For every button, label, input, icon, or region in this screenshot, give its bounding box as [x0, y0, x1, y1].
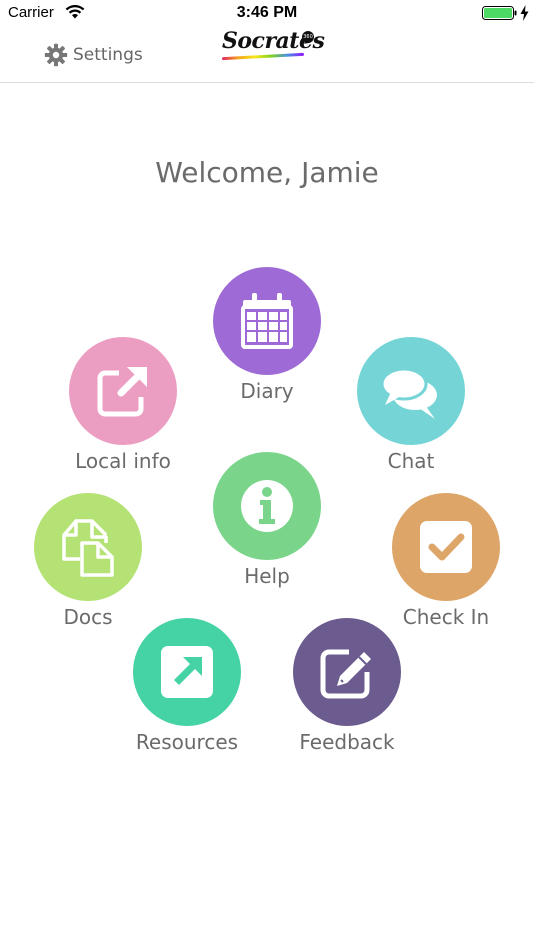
feedback-button[interactable]: Feedback — [267, 618, 427, 768]
feedback-label: Feedback — [299, 730, 395, 754]
edit-icon — [320, 649, 371, 699]
chat-label: Chat — [387, 449, 435, 473]
diary-circle — [213, 267, 321, 375]
clock: 3:46 PM — [236, 4, 298, 21]
info-icon — [241, 480, 293, 532]
checkbox-icon — [420, 521, 472, 573]
chat-button[interactable]: Chat — [331, 337, 491, 487]
battery-icon — [482, 6, 517, 20]
calendar-icon — [241, 293, 293, 349]
welcome-heading: Welcome, Jamie — [155, 156, 379, 189]
help-label: Help — [244, 564, 290, 588]
documents-icon — [62, 519, 114, 577]
diary-button[interactable]: Diary — [187, 267, 347, 417]
help-button[interactable]: Help — [187, 452, 347, 602]
gear-icon — [44, 43, 68, 67]
resources-label: Resources — [135, 730, 239, 754]
settings-button[interactable]: Settings — [44, 42, 143, 68]
help-circle — [213, 452, 321, 560]
status-bar: Carrier 3:46 PM — [0, 0, 534, 28]
chat-circle — [357, 337, 465, 445]
charging-bolt-icon — [520, 5, 529, 21]
local-info-button[interactable]: Local info — [43, 337, 203, 487]
check-in-circle — [392, 493, 500, 601]
feedback-circle — [293, 618, 401, 726]
arrow-square-icon — [161, 646, 213, 698]
external-link-icon — [97, 367, 147, 417]
app-logo: Socrates 360 — [218, 28, 325, 64]
diary-label: Diary — [240, 379, 294, 403]
logo-badge: 360 — [302, 31, 314, 43]
resources-button[interactable]: Resources — [107, 618, 267, 768]
local-info-circle — [69, 337, 177, 445]
local-info-label: Local info — [75, 449, 171, 473]
docs-circle — [34, 493, 142, 601]
settings-label: Settings — [73, 45, 143, 65]
nav-bar: Settings Socrates 360 — [0, 28, 534, 83]
chat-bubbles-icon — [380, 367, 437, 419]
resources-circle — [133, 618, 241, 726]
